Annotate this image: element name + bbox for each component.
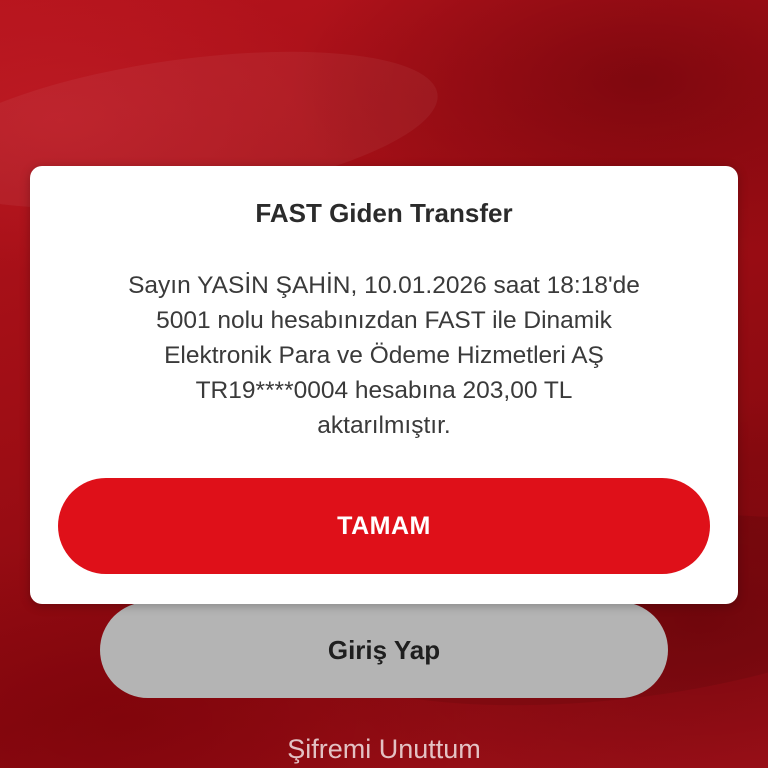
dialog-message-line: aktarılmıştır.	[317, 412, 451, 439]
dialog-message-line: Sayın YASİN ŞAHİN, 10.01.2026 saat 18:18…	[128, 272, 640, 299]
dialog-message-line: 5001 nolu hesabınızdan FAST ile Dinamik	[156, 307, 612, 334]
login-button-label: Giriş Yap	[327, 634, 441, 665]
ok-button[interactable]: TAMAM	[58, 478, 710, 574]
transfer-dialog: FAST Giden Transfer Sayın YASİN ŞAHİN, 1…	[30, 166, 738, 604]
ok-button-label: TAMAM	[337, 511, 431, 540]
dialog-message: Sayın YASİN ŞAHİN, 10.01.2026 saat 18:18…	[70, 268, 698, 443]
dialog-message-line: Elektronik Para ve Ödeme Hizmetleri AŞ	[164, 342, 604, 369]
forgot-password-link[interactable]: Şifremi Unuttum	[0, 734, 768, 765]
dialog-title: FAST Giden Transfer	[255, 198, 513, 228]
login-button[interactable]: Giriş Yap	[100, 602, 668, 698]
dialog-message-line: TR19****0004 hesabına 203,00 TL	[195, 377, 573, 404]
